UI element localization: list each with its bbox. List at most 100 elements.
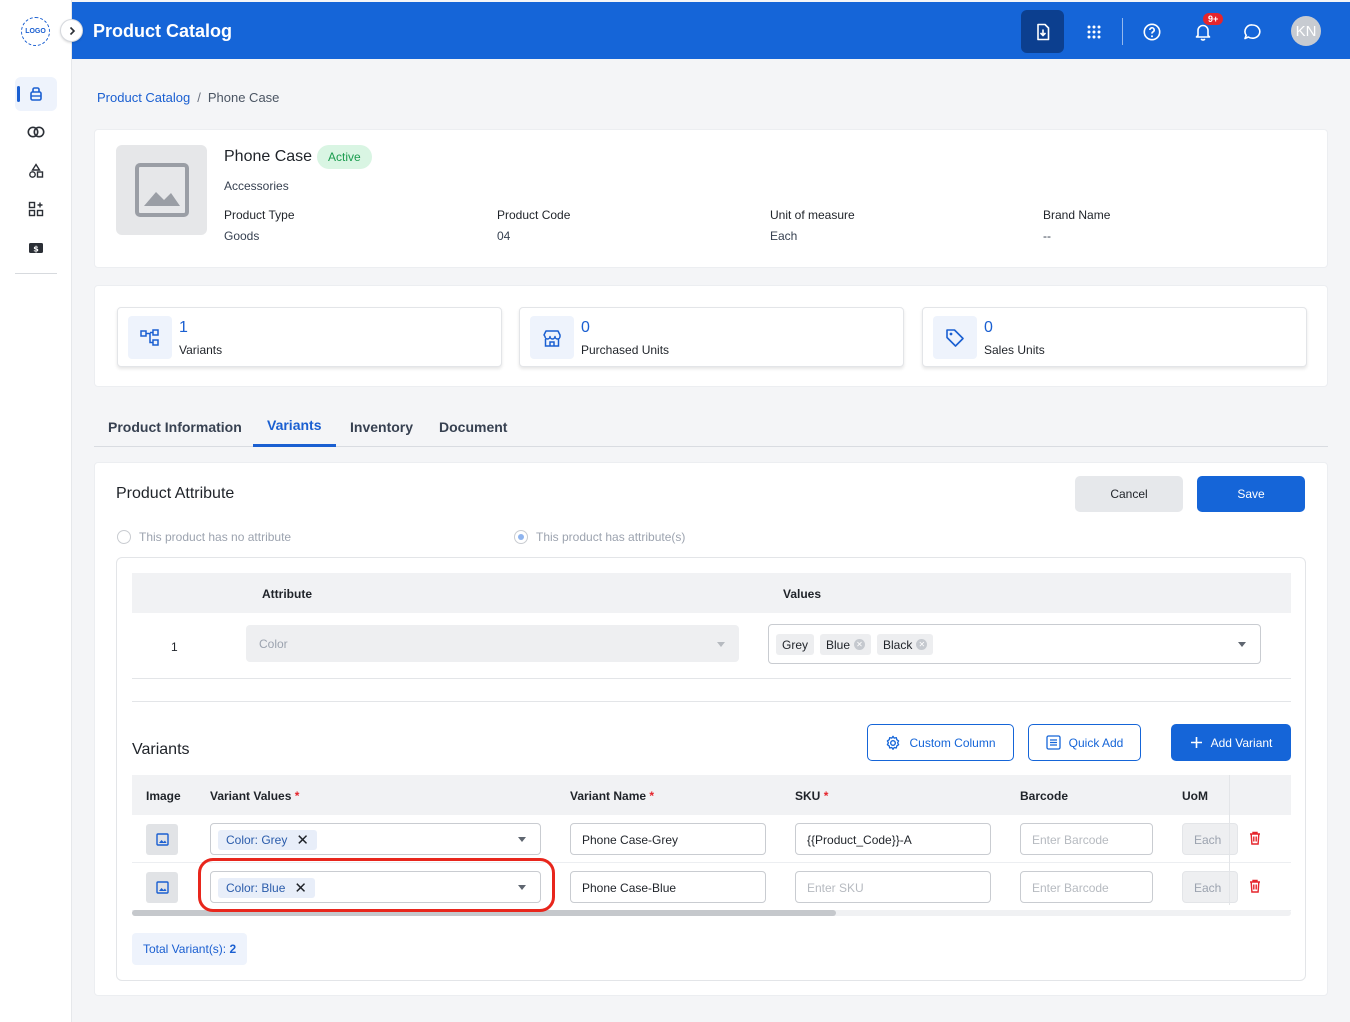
column-header-image: Image [146,789,181,803]
radio-label: This product has attribute(s) [536,530,686,544]
sku-input[interactable]: Enter SKU [795,871,991,903]
variant-name-input[interactable]: Phone Case-Blue [570,871,766,903]
radio-circle[interactable] [117,530,131,544]
tab-document[interactable]: Document [439,419,507,435]
barcode-input[interactable]: Enter Barcode [1020,823,1153,855]
value-chip-blue: Blue ✕ [820,634,872,655]
tab-variants[interactable]: Variants [267,417,321,433]
list-icon [1045,735,1061,750]
product-category: Accessories [224,179,289,193]
help-button[interactable] [1130,10,1173,53]
sku-input[interactable]: {{Product_Code}}-A [795,823,991,855]
logo: LOGO [21,17,50,46]
shapes-icon [29,163,44,178]
meta-label: Product Type [224,208,295,222]
required-marker: * [294,789,300,803]
required-marker: * [649,789,655,803]
stat-value: 0 [984,319,993,336]
chat-button[interactable] [1231,10,1274,53]
breadcrumb-separator: / [197,90,201,105]
notification-badge: 9+ [1203,13,1224,25]
stat-variants: 1 Variants [117,307,502,367]
tab-inventory[interactable]: Inventory [350,419,413,435]
meta-label: Brand Name [1043,208,1111,222]
add-variant-button[interactable]: Add Variant [1171,724,1291,761]
radio-circle-selected[interactable] [514,530,528,544]
tab-bar: Product Information Variants Inventory D… [94,403,1328,447]
active-tab-indicator [253,444,336,447]
custom-column-button[interactable]: Custom Column [867,724,1014,761]
image-placeholder-icon [134,163,189,217]
apps-grid-icon [28,201,44,217]
variant-image-upload[interactable] [146,824,178,855]
help-icon [1143,23,1160,40]
product-attribute-card: Product Attribute Cancel Save This produ… [94,462,1328,996]
column-header-barcode: Barcode [1020,789,1069,803]
radio-label: This product has no attribute [139,530,292,544]
chevron-down-icon[interactable] [1238,642,1246,647]
attribute-row-index: 1 [171,640,178,654]
variant-image-upload[interactable] [146,872,178,903]
column-header-label: SKU [795,789,821,803]
column-header-attribute: Attribute [262,587,312,601]
variant-value-chip: Color: Grey ✕ [218,830,317,850]
stat-icon-box [128,316,172,359]
value-chip-grey: Grey [776,634,815,655]
store-icon [543,329,561,347]
sidebar-item-inventory[interactable] [15,77,57,111]
meta-value: 04 [497,229,511,243]
total-variants-badge: Total Variant(s): 2 [132,933,248,965]
export-button[interactable] [1021,10,1064,53]
image-icon [155,833,169,846]
close-icon[interactable]: ✕ [296,833,309,848]
meta-value: Goods [224,229,260,243]
chevron-down-icon [717,642,725,647]
sidebar-expand-button[interactable] [60,19,83,42]
inventory-box-icon [30,87,42,101]
rings-icon [27,126,45,138]
sidebar-item-rings[interactable] [15,115,57,149]
variants-table-header: Image Variant Values * Variant Name * SK… [132,775,1291,815]
stat-label: Variants [179,343,223,357]
tab-product-information[interactable]: Product Information [108,419,242,435]
column-header-label: Variant Name [570,789,647,803]
highlight-annotation [198,858,555,912]
stat-label: Sales Units [984,343,1045,357]
sidebar-item-shapes[interactable] [15,154,57,188]
save-button[interactable]: Save [1197,476,1305,512]
stat-purchased-units: 0 Purchased Units [519,307,904,367]
plus-icon [1190,737,1202,748]
column-header-uom: UoM [1182,789,1208,803]
cancel-button[interactable]: Cancel [1075,476,1183,512]
value-chip-black: Black ✕ [877,634,934,655]
chip-label: Black [883,637,913,652]
variant-values-select[interactable]: Color: Grey ✕ [210,823,541,855]
radio-has-attributes[interactable]: This product has attribute(s) [514,530,685,544]
remove-chip-icon[interactable]: ✕ [916,639,928,650]
file-download-icon [1036,23,1049,40]
hierarchy-icon [140,328,159,346]
radio-no-attribute[interactable]: This product has no attribute [117,530,291,544]
attribute-table-header: Attribute Values [132,573,1291,613]
sidebar-item-finance[interactable]: $ [15,231,57,265]
barcode-input[interactable]: Enter Barcode [1020,871,1153,903]
table-row: Color: Grey ✕ Phone Case-Grey {{Product_C… [132,815,1291,863]
attribute-select: Color [246,625,739,662]
sticky-action-column [1229,775,1291,905]
apps-menu-button[interactable] [1072,10,1115,53]
column-header-variant-name: Variant Name * [570,789,654,803]
quick-add-button[interactable]: Quick Add [1028,724,1141,761]
meta-value: Each [770,229,798,243]
stat-value: 1 [179,319,188,336]
avatar[interactable]: KN [1291,16,1321,46]
image-icon [155,881,169,894]
remove-chip-icon[interactable]: ✕ [854,639,866,650]
breadcrumb-link-product-catalog[interactable]: Product Catalog [97,90,190,105]
attribute-values-select[interactable]: Grey Blue ✕ Black ✕ [768,624,1261,664]
sidebar-item-apps[interactable] [15,192,57,226]
product-image-placeholder[interactable] [116,145,207,235]
chevron-down-icon[interactable] [518,837,526,842]
variant-name-input[interactable]: Phone Case-Grey [570,823,766,855]
column-header-label: Variant Values [210,789,292,803]
meta-label: Unit of measure [770,208,855,222]
